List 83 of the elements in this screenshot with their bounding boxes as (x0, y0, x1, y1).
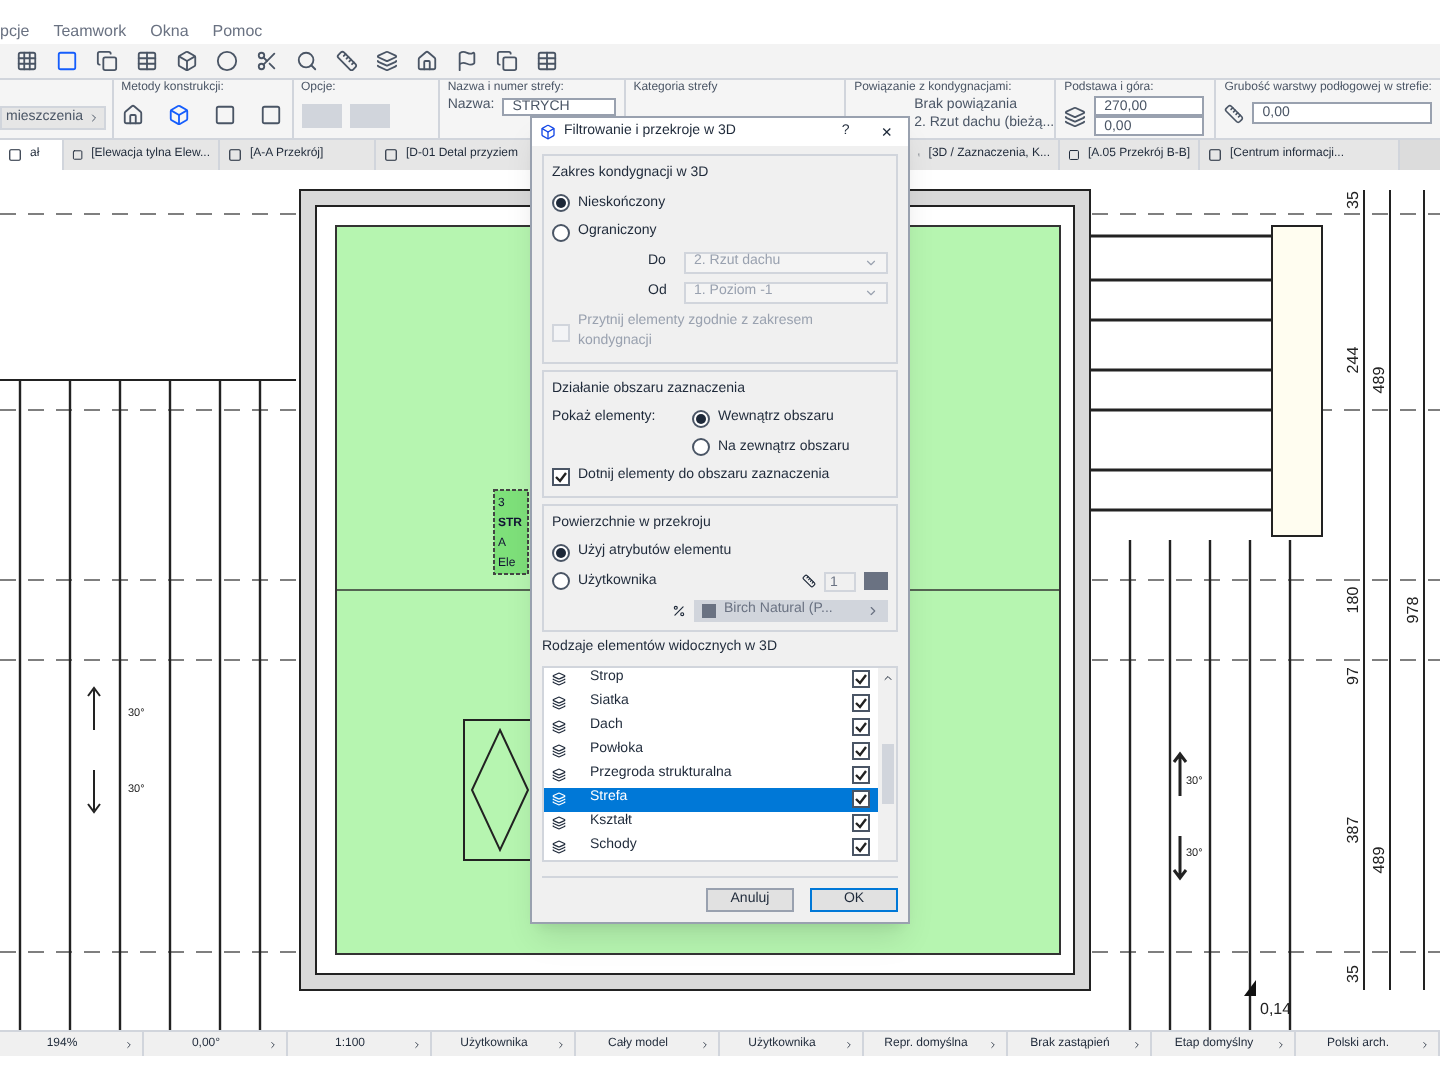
toolbar-icon[interactable] (96, 50, 118, 72)
chevron-icon (700, 1039, 710, 1049)
radio-button[interactable] (552, 543, 570, 562)
close-button[interactable]: × (873, 123, 900, 141)
toolbar-icon[interactable] (216, 50, 238, 72)
dimension-label: 97 (1344, 667, 1362, 685)
checkbox[interactable] (852, 670, 870, 688)
toolbar-icon[interactable] (376, 50, 398, 72)
checkbox[interactable] (852, 718, 870, 736)
thickness-icon (1224, 103, 1245, 123)
radio-button[interactable] (692, 438, 710, 457)
elevation-marker-icon (1244, 980, 1256, 996)
element-type-icon (552, 792, 566, 806)
menu-item[interactable]: Teamwork (53, 20, 127, 44)
dimension-label: 489 (1370, 366, 1388, 394)
chevron-icon (866, 604, 880, 618)
checkbox[interactable] (852, 694, 870, 712)
chevron-icon (864, 255, 878, 269)
element-type-icon (552, 840, 566, 854)
toolbar-icon[interactable] (56, 50, 78, 72)
menu-item[interactable]: pcje (0, 20, 30, 44)
toolbar-icon[interactable] (336, 50, 358, 72)
toolbar-icon[interactable] (176, 50, 198, 72)
element-type-icon (552, 744, 566, 758)
element-type-icon (552, 672, 566, 686)
radio-button[interactable] (552, 223, 570, 242)
dimension-label: 387 (1344, 816, 1362, 844)
chevron-icon (1276, 1039, 1286, 1049)
radio-button[interactable] (692, 409, 710, 428)
toolbar-icon[interactable] (536, 50, 558, 72)
chevron-icon (556, 1039, 566, 1049)
chevron-icon (864, 285, 878, 299)
radio-button[interactable] (552, 194, 570, 213)
toolbar-icon[interactable] (456, 50, 478, 72)
zone-stamp (493, 489, 529, 575)
chevron-icon (1132, 1039, 1142, 1049)
element-type-icon (552, 768, 566, 782)
checkbox[interactable] (852, 838, 870, 856)
dimension-label: 978 (1404, 596, 1422, 624)
method-icon[interactable] (167, 104, 190, 126)
method-icon[interactable] (121, 104, 144, 126)
checkbox[interactable] (852, 790, 870, 808)
chevron-icon (988, 1039, 998, 1049)
toolbar-icon[interactable] (296, 50, 318, 72)
dimension-label: 180 (1344, 586, 1362, 614)
toolbar-icon[interactable] (496, 50, 518, 72)
material-icon (672, 604, 686, 618)
toolbar-icon[interactable] (416, 50, 438, 72)
chevron-icon (1420, 1039, 1430, 1049)
method-icon[interactable] (213, 104, 236, 126)
chevron-icon (844, 1039, 854, 1049)
dimension-label: 35 (1344, 191, 1362, 209)
chevron-icon (412, 1039, 422, 1049)
chevron-icon (124, 1039, 134, 1049)
chevron-icon (88, 112, 100, 124)
toolbar-icon[interactable] (136, 50, 158, 72)
checkbox[interactable] (852, 814, 870, 832)
slope-arrow-icon (1172, 751, 1188, 798)
height-icon (1064, 105, 1087, 127)
pen-swatch[interactable] (864, 572, 888, 591)
pen-icon (802, 574, 816, 589)
element-type-icon (552, 696, 566, 710)
method-icon[interactable] (259, 104, 282, 126)
element-type-icon (552, 816, 566, 830)
checkbox[interactable] (852, 742, 870, 760)
chevron-icon (268, 1039, 278, 1049)
toolbar-icon[interactable] (16, 50, 38, 72)
slope-arrow-icon (87, 769, 101, 814)
slope-arrow-icon (87, 686, 101, 731)
radio-button[interactable] (552, 572, 570, 591)
dimension-label: 35 (1344, 965, 1362, 983)
menu-item[interactable]: Okna (150, 20, 189, 44)
toolbar-icon[interactable] (256, 50, 278, 72)
element-type-icon (552, 720, 566, 734)
checkbox[interactable] (852, 766, 870, 784)
elevation-label: 0,14 (1260, 1000, 1292, 1018)
menu-item[interactable]: Pomoc (212, 20, 263, 44)
scroll-up-icon[interactable] (881, 671, 893, 683)
dimension-label: 489 (1370, 846, 1388, 874)
checkbox[interactable] (552, 467, 570, 486)
dimension-label: 244 (1344, 346, 1362, 374)
dialog-app-icon (540, 124, 556, 140)
slope-arrow-icon (1172, 834, 1188, 881)
